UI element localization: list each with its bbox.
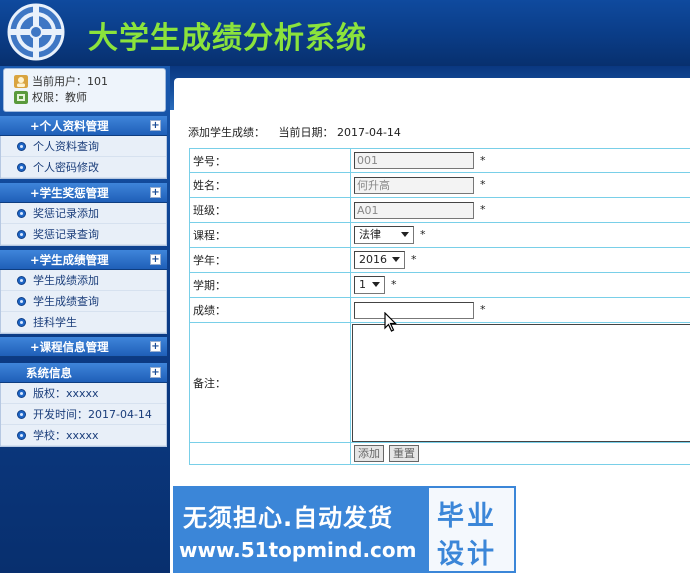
menu-group-rewards: +学生奖惩管理 + 奖惩记录添加 奖惩记录查询 (0, 183, 167, 246)
dropdown-arrow-icon (372, 282, 380, 287)
student-no-label: 学号： (189, 148, 351, 173)
menu-item-copyright: 版权：xxxxx (1, 383, 166, 404)
menu-head-rewards[interactable]: +学生奖惩管理 + (0, 183, 167, 203)
menu-head-scores[interactable]: +学生成绩管理 + (0, 250, 167, 270)
add-button[interactable]: 添加 (354, 445, 384, 462)
menu-group-scores: +学生成绩管理 + 学生成绩添加 学生成绩查询 挂科学生 (0, 250, 167, 334)
menu-item-password-change[interactable]: 个人密码修改 (1, 157, 166, 178)
menu-head-label: +个人资料管理 (30, 119, 109, 133)
remark-label: 备注： (189, 322, 351, 443)
current-user-text: 当前用户：101 (32, 75, 108, 88)
form-row-year: 学年： 2016 * (189, 247, 690, 273)
menu-head-system[interactable]: 系统信息 + (0, 363, 167, 383)
course-label: 课程： (189, 222, 351, 248)
menu-item-score-add[interactable]: 学生成绩添加 (1, 270, 166, 291)
menu-bullet-icon (17, 163, 26, 172)
menu-item-failed-students[interactable]: 挂科学生 (1, 312, 166, 333)
expand-plus-icon[interactable]: + (150, 367, 161, 378)
reset-button[interactable]: 重置 (389, 445, 419, 462)
score-input[interactable] (354, 301, 474, 319)
menu-bullet-icon (17, 389, 26, 398)
user-info-box: 当前用户：101 权限：教师 (3, 68, 166, 112)
menu-bullet-icon (17, 431, 26, 440)
menu-bullet-icon (17, 410, 26, 419)
expand-plus-icon[interactable]: + (150, 341, 161, 352)
remark-textarea[interactable] (352, 323, 690, 442)
menu-item-dev-time: 开发时间：2017-04-14 (1, 404, 166, 425)
form-row-term: 学期： 1 * (189, 272, 690, 298)
dropdown-arrow-icon (392, 257, 400, 262)
year-select[interactable]: 2016 (354, 251, 405, 269)
form-row-student-no: 学号： 001 * (189, 148, 690, 173)
page-title: 添加学生成绩： (188, 126, 265, 139)
menu-group-courses: +课程信息管理 + (0, 337, 167, 357)
page-heading: 添加学生成绩： 当前日期： 2017-04-14 (188, 124, 411, 140)
menu-bullet-icon (17, 209, 26, 218)
menu-head-label: +学生成绩管理 (30, 253, 109, 267)
menu-item-reward-add[interactable]: 奖惩记录添加 (1, 203, 166, 224)
app-title: 大学生成绩分析系统 (88, 21, 367, 56)
app-header: 大学生成绩分析系统 (0, 0, 690, 66)
expand-plus-icon[interactable]: + (150, 120, 161, 131)
name-label: 姓名： (189, 172, 351, 198)
form-row-buttons: 添加 重置 (189, 442, 690, 465)
score-form: 学号： 001 * 姓名： 何升高 * 班级： A01 * 课程： 法律 * 学年： (189, 148, 690, 465)
menu-group-profile: +个人资料管理 + 个人资料查询 个人密码修改 (0, 116, 167, 179)
mouse-cursor-icon (384, 312, 397, 332)
user-icon (14, 74, 28, 88)
watermark-url: www.51topmind.com (179, 538, 417, 562)
dropdown-arrow-icon (401, 232, 409, 237)
form-row-score: 成绩： * (189, 297, 690, 323)
menu-item-reward-query[interactable]: 奖惩记录查询 (1, 224, 166, 245)
class-input[interactable]: A01 (354, 201, 474, 219)
menu-bullet-icon (17, 230, 26, 239)
menu-bullet-icon (17, 297, 26, 306)
menu-head-label: +课程信息管理 (30, 340, 109, 354)
form-row-course: 课程： 法律 * (189, 222, 690, 248)
menu-group-system: 系统信息 + 版权：xxxxx 开发时间：2017-04-14 学校：xxxxx (0, 363, 167, 447)
score-label: 成绩： (189, 297, 351, 323)
menu-head-label: 系统信息 (26, 366, 72, 380)
menu-head-courses[interactable]: +课程信息管理 + (0, 337, 167, 357)
logo-emblem-icon (7, 3, 65, 61)
expand-plus-icon[interactable]: + (150, 187, 161, 198)
content-top-band (170, 66, 690, 110)
menu-bullet-icon (17, 318, 26, 327)
form-row-remark: 备注： (189, 322, 690, 443)
year-label: 学年： (189, 247, 351, 273)
current-date: 当前日期： 2017-04-14 (278, 126, 401, 139)
permission-icon (14, 90, 28, 104)
class-label: 班级： (189, 197, 351, 223)
term-label: 学期： (189, 272, 351, 298)
menu-bullet-icon (17, 276, 26, 285)
watermark-slogan: 无须担心.自动发货 (183, 504, 394, 532)
sidebar: 当前用户：101 权限：教师 +个人资料管理 + 个人资料查询 个人密码修改 +… (0, 66, 170, 573)
menu-head-profile[interactable]: +个人资料管理 + (0, 116, 167, 136)
menu-item-profile-query[interactable]: 个人资料查询 (1, 136, 166, 157)
watermark-banner: 无须担心.自动发货 www.51topmind.com 毕业 设计 (173, 486, 516, 573)
form-row-name: 姓名： 何升高 * (189, 172, 690, 198)
watermark-badge: 毕业 设计 (427, 486, 516, 573)
form-row-class: 班级： A01 * (189, 197, 690, 223)
menu-item-score-query[interactable]: 学生成绩查询 (1, 291, 166, 312)
menu-head-label: +学生奖惩管理 (30, 186, 109, 200)
student-no-input[interactable]: 001 (354, 152, 474, 169)
name-input[interactable]: 何升高 (354, 176, 474, 194)
course-select[interactable]: 法律 (354, 226, 414, 244)
menu-item-school: 学校：xxxxx (1, 425, 166, 446)
term-select[interactable]: 1 (354, 276, 385, 294)
menu-bullet-icon (17, 142, 26, 151)
permission-text: 权限：教师 (32, 91, 87, 104)
expand-plus-icon[interactable]: + (150, 254, 161, 265)
